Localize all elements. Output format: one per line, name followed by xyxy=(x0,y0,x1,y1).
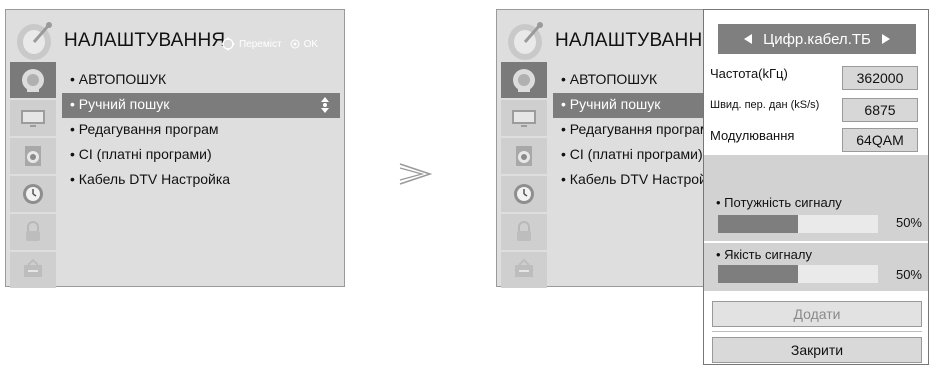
satellite-dish-icon xyxy=(17,22,52,60)
left-header: НАЛАШТУВАННЯ Переміст OK xyxy=(6,10,344,60)
frequency-row: Частота(kГц) 362000 xyxy=(710,62,920,90)
signal-quality-label: • Якість сигналу xyxy=(716,247,812,262)
signal-quality-panel: • Якість сигналу 50% xyxy=(704,243,928,291)
modulation-row: Модулювання 64QAM xyxy=(710,124,920,152)
tuner-type-selector[interactable]: Цифр.кабел.ТБ xyxy=(718,24,916,54)
tuner-type-label: Цифр.кабел.ТБ xyxy=(763,30,871,48)
sidebar-item-setup[interactable] xyxy=(501,62,547,98)
next-arrow-icon xyxy=(399,163,433,185)
signal-strength-percent: 50% xyxy=(895,215,922,230)
ok-icon xyxy=(290,39,300,49)
signal-quality-percent: 50% xyxy=(895,267,922,282)
satellite-dish-icon xyxy=(22,69,44,92)
setup-menu: • АВТОПОШУК • Ручний пошук • Редагування… xyxy=(62,68,340,193)
lock-icon xyxy=(517,221,531,241)
move-arrows-icon xyxy=(221,37,235,51)
symbol-rate-label: Швид. пер. дан (kS/s) xyxy=(710,99,820,111)
move-hint: Переміст xyxy=(239,38,282,50)
lock-icon xyxy=(26,221,40,241)
satellite-dish-icon xyxy=(513,69,535,92)
tv-screen-icon xyxy=(21,110,45,127)
sidebar-item-lock[interactable] xyxy=(501,214,547,250)
signal-strength-fill xyxy=(718,215,798,233)
signal-strength-label: • Потужність сигналу xyxy=(716,195,842,210)
modulation-field[interactable]: 64QAM xyxy=(842,128,918,152)
settings-box-icon xyxy=(24,258,42,277)
menu-item-program-edit[interactable]: • Редагування програм xyxy=(62,118,340,143)
ok-hint: OK xyxy=(303,38,319,50)
up-down-icon xyxy=(321,97,329,113)
category-sidebar xyxy=(10,62,56,288)
menu-item-label: • Ручний пошук xyxy=(70,96,170,112)
page-title: НАЛАШТУВАННЯ xyxy=(555,30,717,51)
sidebar-item-setup[interactable] xyxy=(10,62,56,98)
sidebar-item-picture[interactable] xyxy=(10,100,56,136)
sidebar-item-picture[interactable] xyxy=(501,100,547,136)
speaker-icon xyxy=(25,146,41,166)
page-title: НАЛАШТУВАННЯ xyxy=(64,30,226,51)
symbol-rate-row: Швид. пер. дан (kS/s) 6875 xyxy=(710,94,920,122)
sidebar-item-lock[interactable] xyxy=(10,214,56,250)
tv-screen-icon xyxy=(512,110,536,127)
signal-quality-fill xyxy=(718,265,798,283)
menu-item-cable-dtv[interactable]: • Кабель DTV Настройка xyxy=(62,168,340,193)
divider xyxy=(712,331,922,332)
manual-search-popup: Цифр.кабел.ТБ Частота(kГц) 362000 Швид. … xyxy=(703,9,929,365)
key-hints: Переміст OK xyxy=(221,37,318,51)
sidebar-item-audio[interactable] xyxy=(501,138,547,174)
signal-quality-bar xyxy=(718,265,878,283)
add-button[interactable]: Додати xyxy=(712,301,922,327)
left-setup-screen: НАЛАШТУВАННЯ Переміст OK • АВТОПОШУК • Р… xyxy=(5,9,345,288)
category-sidebar xyxy=(501,62,547,288)
left-triangle-icon[interactable] xyxy=(743,33,753,45)
menu-item-ci[interactable]: • CI (платні програми) xyxy=(62,143,340,168)
sidebar-item-option[interactable] xyxy=(501,252,547,288)
sidebar-item-time[interactable] xyxy=(10,176,56,212)
clock-icon xyxy=(514,184,534,204)
signal-strength-bar xyxy=(718,215,878,233)
signal-strength-panel: • Потужність сигналу 50% xyxy=(704,155,928,241)
close-button[interactable]: Закрити xyxy=(712,337,922,363)
modulation-label: Модулювання xyxy=(710,128,795,143)
right-triangle-icon[interactable] xyxy=(881,33,891,45)
symbol-rate-field[interactable]: 6875 xyxy=(842,98,918,122)
clock-icon xyxy=(23,184,43,204)
sidebar-item-audio[interactable] xyxy=(10,138,56,174)
frequency-field[interactable]: 362000 xyxy=(842,66,918,90)
menu-item-manual-search[interactable]: • Ручний пошук xyxy=(62,93,340,118)
sidebar-item-time[interactable] xyxy=(501,176,547,212)
menu-item-auto-search[interactable]: • АВТОПОШУК xyxy=(62,68,340,93)
settings-box-icon xyxy=(515,258,533,277)
satellite-dish-icon xyxy=(508,22,543,60)
speaker-icon xyxy=(516,146,532,166)
sidebar-item-option[interactable] xyxy=(10,252,56,288)
frequency-label: Частота(kГц) xyxy=(710,66,788,81)
